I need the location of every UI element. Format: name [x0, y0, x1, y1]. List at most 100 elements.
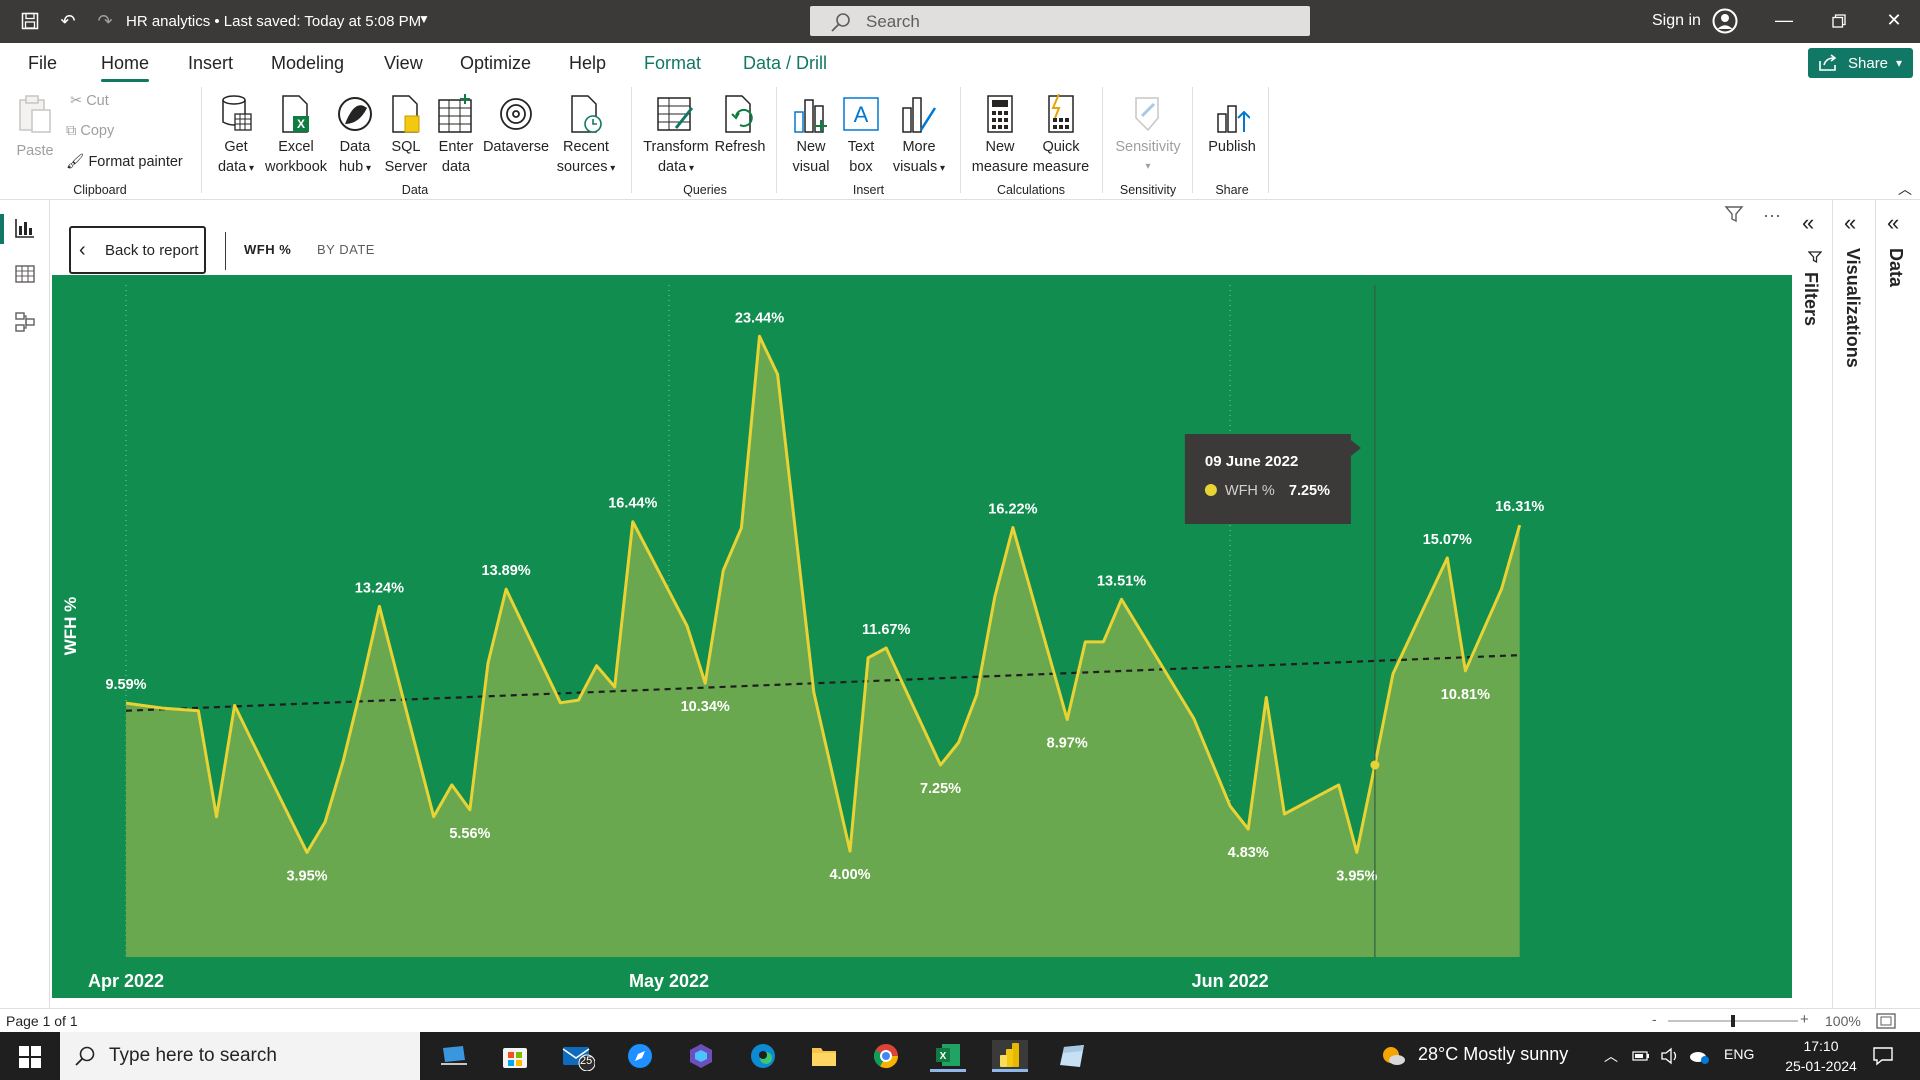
mail-icon[interactable]: 25: [560, 1040, 596, 1072]
power-bi-taskbar-icon[interactable]: [992, 1040, 1028, 1072]
hover-point[interactable]: [1370, 760, 1380, 770]
filters-pane-label[interactable]: Filters: [1800, 272, 1821, 326]
data-point[interactable]: [195, 708, 201, 714]
data-point[interactable]: [992, 594, 998, 600]
undo-icon[interactable]: ↶: [56, 9, 80, 33]
recent-sources-button[interactable]: Recent sources ▾: [550, 93, 622, 179]
transform-data-button[interactable]: Transform data ▾: [640, 93, 712, 179]
data-point[interactable]: [883, 645, 889, 651]
chevron-up-icon[interactable]: ︿: [1604, 1046, 1618, 1066]
search-input[interactable]: Search: [810, 6, 1310, 36]
back-to-report-button[interactable]: ‹ Back to report: [69, 226, 206, 274]
data-point[interactable]: [1444, 555, 1450, 561]
data-point[interactable]: [612, 684, 618, 690]
tab-help[interactable]: Help: [569, 53, 606, 74]
new-visual-button[interactable]: New visual: [786, 93, 836, 177]
data-point[interactable]: [811, 689, 817, 695]
data-point[interactable]: [467, 807, 473, 813]
data-point[interactable]: [1336, 782, 1342, 788]
minimize-icon[interactable]: —: [1772, 10, 1796, 34]
tab-home[interactable]: Home: [101, 53, 149, 74]
save-icon[interactable]: [18, 9, 42, 33]
tab-view[interactable]: View: [384, 53, 423, 74]
paste-button[interactable]: Paste: [10, 93, 60, 161]
data-point[interactable]: [720, 567, 726, 573]
task-view-icon[interactable]: [436, 1040, 472, 1072]
weather-text[interactable]: 28°C Mostly sunny: [1418, 1044, 1568, 1065]
data-point[interactable]: [485, 660, 491, 666]
network-icon[interactable]: [1688, 1047, 1710, 1065]
excel-taskbar-icon[interactable]: X: [930, 1040, 966, 1072]
language-indicator[interactable]: ENG: [1724, 1046, 1754, 1062]
close-icon[interactable]: ✕: [1882, 10, 1906, 34]
data-point[interactable]: [1010, 524, 1016, 530]
file-explorer-icon[interactable]: [806, 1040, 842, 1072]
data-point[interactable]: [1462, 668, 1468, 674]
safari-icon[interactable]: [622, 1040, 658, 1072]
battery-icon[interactable]: [1632, 1048, 1650, 1064]
copilot-icon[interactable]: [683, 1040, 719, 1072]
edge-icon[interactable]: [745, 1040, 781, 1072]
tab-insert[interactable]: Insert: [188, 53, 233, 74]
expand-filters-icon[interactable]: «: [1802, 210, 1814, 236]
data-point[interactable]: [431, 814, 437, 820]
data-point[interactable]: [1191, 716, 1197, 722]
filter-icon[interactable]: [1724, 204, 1744, 224]
expand-data-icon[interactable]: «: [1887, 210, 1899, 236]
data-hub-button[interactable]: Data hub ▾: [330, 93, 380, 179]
drill-tab-wfh[interactable]: WFH %: [244, 242, 291, 257]
data-point[interactable]: [974, 692, 980, 698]
sensitivity-button[interactable]: Sensitivity ▾: [1110, 93, 1186, 177]
data-point[interactable]: [1064, 716, 1070, 722]
data-point[interactable]: [775, 371, 781, 377]
data-point[interactable]: [938, 762, 944, 768]
sign-in-link[interactable]: Sign in: [1652, 12, 1701, 30]
report-view-icon[interactable]: [13, 216, 37, 240]
data-point[interactable]: [123, 700, 129, 706]
sql-server-button[interactable]: SQL Server: [382, 93, 430, 177]
data-point[interactable]: [1082, 639, 1088, 645]
data-pane-label[interactable]: Data: [1885, 248, 1906, 287]
cut-button[interactable]: ✂ Cut: [70, 93, 109, 109]
data-point[interactable]: [757, 333, 763, 339]
data-point[interactable]: [358, 684, 364, 690]
zoom-slider-thumb[interactable]: [1731, 1015, 1735, 1027]
collapse-ribbon-icon[interactable]: ︿: [1898, 179, 1912, 199]
fit-to-page-icon[interactable]: [1876, 1013, 1896, 1029]
chrome-icon[interactable]: [868, 1040, 904, 1072]
microsoft-store-icon[interactable]: [497, 1040, 533, 1072]
taskbar-search-input[interactable]: Type here to search: [60, 1032, 420, 1080]
format-painter-button[interactable]: 🖌 Format painter: [66, 153, 183, 170]
table-view-icon[interactable]: [13, 262, 37, 286]
notifications-icon[interactable]: [1872, 1046, 1894, 1066]
tab-format[interactable]: Format: [644, 53, 701, 74]
new-measure-button[interactable]: New measure: [968, 93, 1032, 177]
more-visuals-button[interactable]: More visuals ▾: [888, 93, 950, 179]
copy-button[interactable]: ⧉ Copy: [66, 123, 114, 139]
data-point[interactable]: [1119, 596, 1125, 602]
data-point[interactable]: [250, 740, 256, 746]
data-point[interactable]: [847, 848, 853, 854]
data-point[interactable]: [576, 697, 582, 703]
tab-modeling[interactable]: Modeling: [271, 53, 344, 74]
data-point[interactable]: [1100, 639, 1106, 645]
tab-optimize[interactable]: Optimize: [460, 53, 531, 74]
get-data-button[interactable]: Get data ▾: [208, 93, 264, 179]
avatar-icon[interactable]: [1712, 8, 1738, 34]
zoom-in-icon[interactable]: +: [1800, 1011, 1809, 1028]
data-point[interactable]: [594, 663, 600, 669]
data-point[interactable]: [1245, 826, 1251, 832]
publish-button[interactable]: Publish: [1200, 93, 1264, 157]
data-point[interactable]: [503, 586, 509, 592]
zoom-out-icon[interactable]: -: [1652, 1011, 1657, 1027]
data-point[interactable]: [702, 680, 708, 686]
zoom-slider[interactable]: [1668, 1015, 1798, 1027]
data-point[interactable]: [340, 758, 346, 764]
data-point[interactable]: [159, 705, 165, 711]
redo-icon[interactable]: ↷: [93, 9, 117, 33]
data-point[interactable]: [865, 655, 871, 661]
data-point[interactable]: [304, 849, 310, 855]
quick-measure-button[interactable]: Quick measure: [1030, 93, 1092, 177]
data-point[interactable]: [1263, 694, 1269, 700]
data-point[interactable]: [214, 814, 220, 820]
